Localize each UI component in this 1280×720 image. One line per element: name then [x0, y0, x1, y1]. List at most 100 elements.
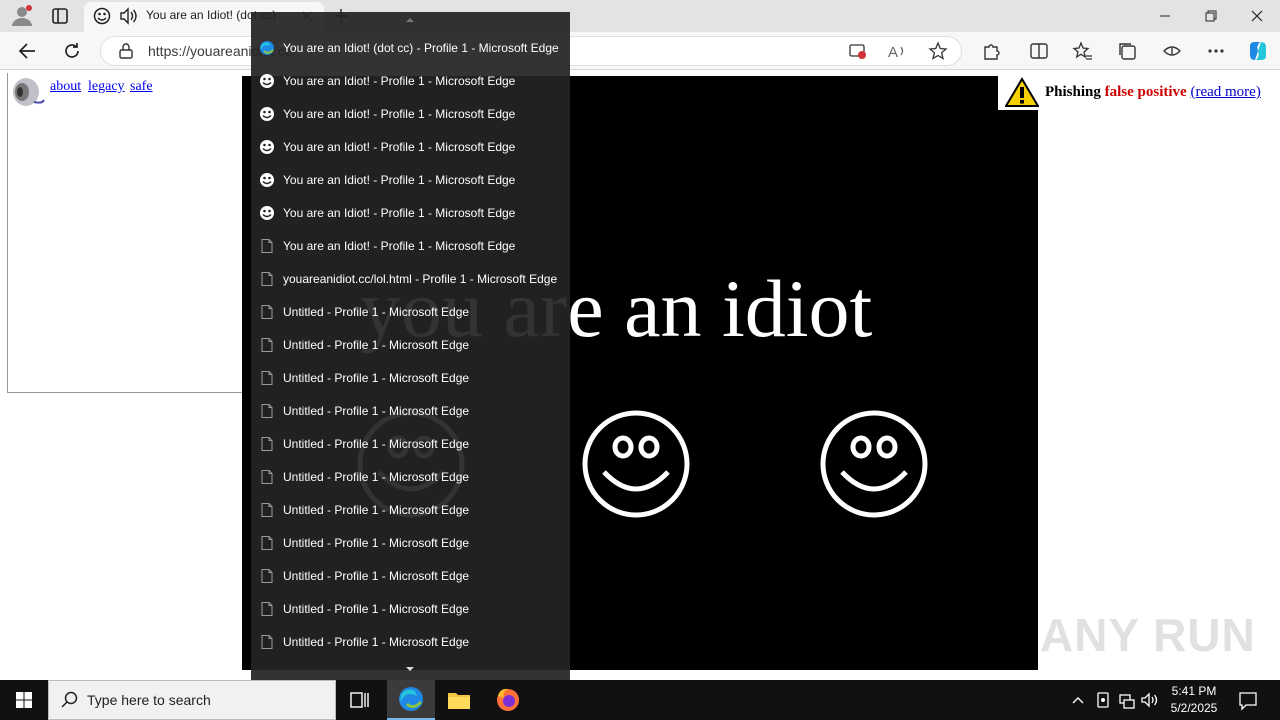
- page-icon: [261, 536, 273, 550]
- window-list-item[interactable]: You are an Idiot! - Profile 1 - Microsof…: [251, 131, 570, 164]
- back-icon[interactable]: [15, 38, 41, 64]
- edge-icon: [260, 41, 274, 55]
- start-button[interactable]: [0, 680, 48, 720]
- more-menu-icon[interactable]: [1205, 40, 1227, 62]
- window-list-item-label: Untitled - Profile 1 - Microsoft Edge: [283, 338, 470, 352]
- anyrun-watermark: ANY RUN: [1040, 609, 1256, 661]
- window-list-item-label: Untitled - Profile 1 - Microsoft Edge: [283, 404, 470, 418]
- extensions-icon[interactable]: [980, 40, 1002, 62]
- smiley-icon: [260, 74, 274, 88]
- window-list-item-label: Untitled - Profile 1 - Microsoft Edge: [283, 503, 470, 517]
- read-aloud-icon[interactable]: A: [886, 41, 908, 61]
- false-positive-label: false positive: [1104, 84, 1187, 100]
- window-list-item-label: Untitled - Profile 1 - Microsoft Edge: [283, 536, 470, 550]
- svg-text:A: A: [888, 44, 898, 61]
- window-list-item-label: Untitled - Profile 1 - Microsoft Edge: [283, 602, 470, 616]
- profile-button[interactable]: [8, 4, 36, 28]
- tab-actions-button[interactable]: [46, 4, 74, 28]
- window-list-item[interactable]: Untitled - Profile 1 - Microsoft Edge: [251, 428, 570, 461]
- close-window-button[interactable]: [1234, 0, 1280, 32]
- legacy-link[interactable]: legacy: [88, 79, 125, 95]
- smiley-icon: [260, 206, 274, 220]
- volume-icon[interactable]: [1140, 690, 1160, 710]
- split-screen-icon[interactable]: [1028, 40, 1050, 62]
- left-frame: [7, 73, 257, 393]
- scroll-up-icon[interactable]: [404, 16, 416, 24]
- window-list-item[interactable]: Untitled - Profile 1 - Microsoft Edge: [251, 296, 570, 329]
- window-list-item[interactable]: You are an Idiot! - Profile 1 - Microsof…: [251, 98, 570, 131]
- page-icon: [261, 470, 273, 484]
- collections-icon[interactable]: [1117, 40, 1139, 62]
- window-list-item-label: Untitled - Profile 1 - Microsoft Edge: [283, 437, 470, 451]
- notifications-icon[interactable]: [1237, 689, 1259, 711]
- folder-icon: [448, 693, 470, 709]
- window-list-item[interactable]: youareanidiot.cc/lol.html - Profile 1 - …: [251, 263, 570, 296]
- read-more-link[interactable]: (read more): [1190, 84, 1260, 100]
- page-icon: [261, 338, 273, 352]
- taskbar-edge-button[interactable]: [387, 680, 435, 720]
- task-view-button[interactable]: [336, 680, 384, 720]
- page-icon: [261, 635, 273, 649]
- window-list-item-label: You are an Idiot! - Profile 1 - Microsof…: [283, 173, 516, 187]
- restore-button[interactable]: [1188, 0, 1234, 32]
- search-icon: [61, 691, 78, 708]
- profile-icon: [12, 5, 32, 26]
- network-icon[interactable]: [1117, 690, 1137, 710]
- page-icon: [261, 239, 273, 253]
- window-list-item[interactable]: Untitled - Profile 1 - Microsoft Edge: [251, 560, 570, 593]
- show-hidden-icons-icon[interactable]: [1070, 691, 1086, 709]
- window-list-item[interactable]: Untitled - Profile 1 - Microsoft Edge: [251, 626, 570, 659]
- lock-icon[interactable]: [117, 42, 135, 60]
- window-list-item-label: You are an Idiot! (dot cc) - Profile 1 -…: [283, 41, 559, 55]
- taskbar-explorer-button[interactable]: [435, 680, 483, 720]
- favorite-star-icon[interactable]: [927, 40, 949, 62]
- window-list-item-label: Untitled - Profile 1 - Microsoft Edge: [283, 569, 470, 583]
- tracking-blocked-icon[interactable]: [848, 42, 868, 60]
- window-list-item[interactable]: You are an Idiot! - Profile 1 - Microsof…: [251, 197, 570, 230]
- window-list-item[interactable]: Untitled - Profile 1 - Microsoft Edge: [251, 329, 570, 362]
- page-icon: [261, 602, 273, 616]
- scroll-down-icon[interactable]: [404, 665, 416, 673]
- about-link[interactable]: about: [50, 79, 81, 95]
- browser-essentials-icon[interactable]: [1161, 40, 1183, 62]
- page-icon: [261, 503, 273, 517]
- minimize-button[interactable]: [1142, 0, 1188, 32]
- tab-audio-icon[interactable]: [118, 7, 138, 25]
- window-list-item[interactable]: You are an Idiot! - Profile 1 - Microsof…: [251, 65, 570, 98]
- firefox-icon: [497, 688, 519, 711]
- window-list-item-label: Untitled - Profile 1 - Microsoft Edge: [283, 305, 470, 319]
- window-list-item[interactable]: You are an Idiot! - Profile 1 - Microsof…: [251, 164, 570, 197]
- smiley-face-icon: [820, 410, 928, 518]
- window-list-item[interactable]: Untitled - Profile 1 - Microsoft Edge: [251, 593, 570, 626]
- window-list-item[interactable]: Untitled - Profile 1 - Microsoft Edge: [251, 527, 570, 560]
- page-icon: [261, 371, 273, 385]
- tab-actions-icon: [52, 8, 68, 24]
- page-icon: [261, 437, 273, 451]
- device-icon[interactable]: [1094, 690, 1112, 710]
- smiley-face-icon: [582, 410, 690, 518]
- taskbar-clock[interactable]: 5:41 PM 5/2/2025: [1160, 683, 1228, 717]
- phishing-text: Phishing false positive (read more): [1045, 84, 1261, 101]
- window-list-item[interactable]: You are an Idiot! - Profile 1 - Microsof…: [251, 230, 570, 263]
- refresh-icon[interactable]: [59, 38, 85, 64]
- window-list-item[interactable]: Untitled - Profile 1 - Microsoft Edge: [251, 494, 570, 527]
- safe-link[interactable]: safe: [130, 79, 153, 95]
- smiley-icon: [93, 7, 111, 25]
- smiley-icon: [260, 173, 274, 187]
- task-view-icon: [350, 692, 369, 708]
- favorites-icon[interactable]: [1072, 40, 1094, 62]
- page-icon: [261, 404, 273, 418]
- window-list-item[interactable]: You are an Idiot! (dot cc) - Profile 1 -…: [251, 32, 570, 65]
- taskbar-firefox-button[interactable]: [484, 680, 532, 720]
- window-list-item-label: You are an Idiot! - Profile 1 - Microsof…: [283, 140, 516, 154]
- window-list-item[interactable]: Untitled - Profile 1 - Microsoft Edge: [251, 461, 570, 494]
- window-list-item-label: Untitled - Profile 1 - Microsoft Edge: [283, 470, 470, 484]
- window-list-item[interactable]: Untitled - Profile 1 - Microsoft Edge: [251, 362, 570, 395]
- window-list-item[interactable]: Untitled - Profile 1 - Microsoft Edge: [251, 395, 570, 428]
- window-list-item-label: You are an Idiot! - Profile 1 - Microsof…: [283, 239, 516, 253]
- smiley-icon: [260, 107, 274, 121]
- window-list-item-label: youareanidiot.cc/lol.html - Profile 1 - …: [283, 272, 558, 286]
- copilot-icon[interactable]: [1245, 38, 1271, 64]
- window-list-item-label: You are an Idiot! - Profile 1 - Microsof…: [283, 74, 516, 88]
- clock-time: 5:41 PM: [1171, 684, 1217, 698]
